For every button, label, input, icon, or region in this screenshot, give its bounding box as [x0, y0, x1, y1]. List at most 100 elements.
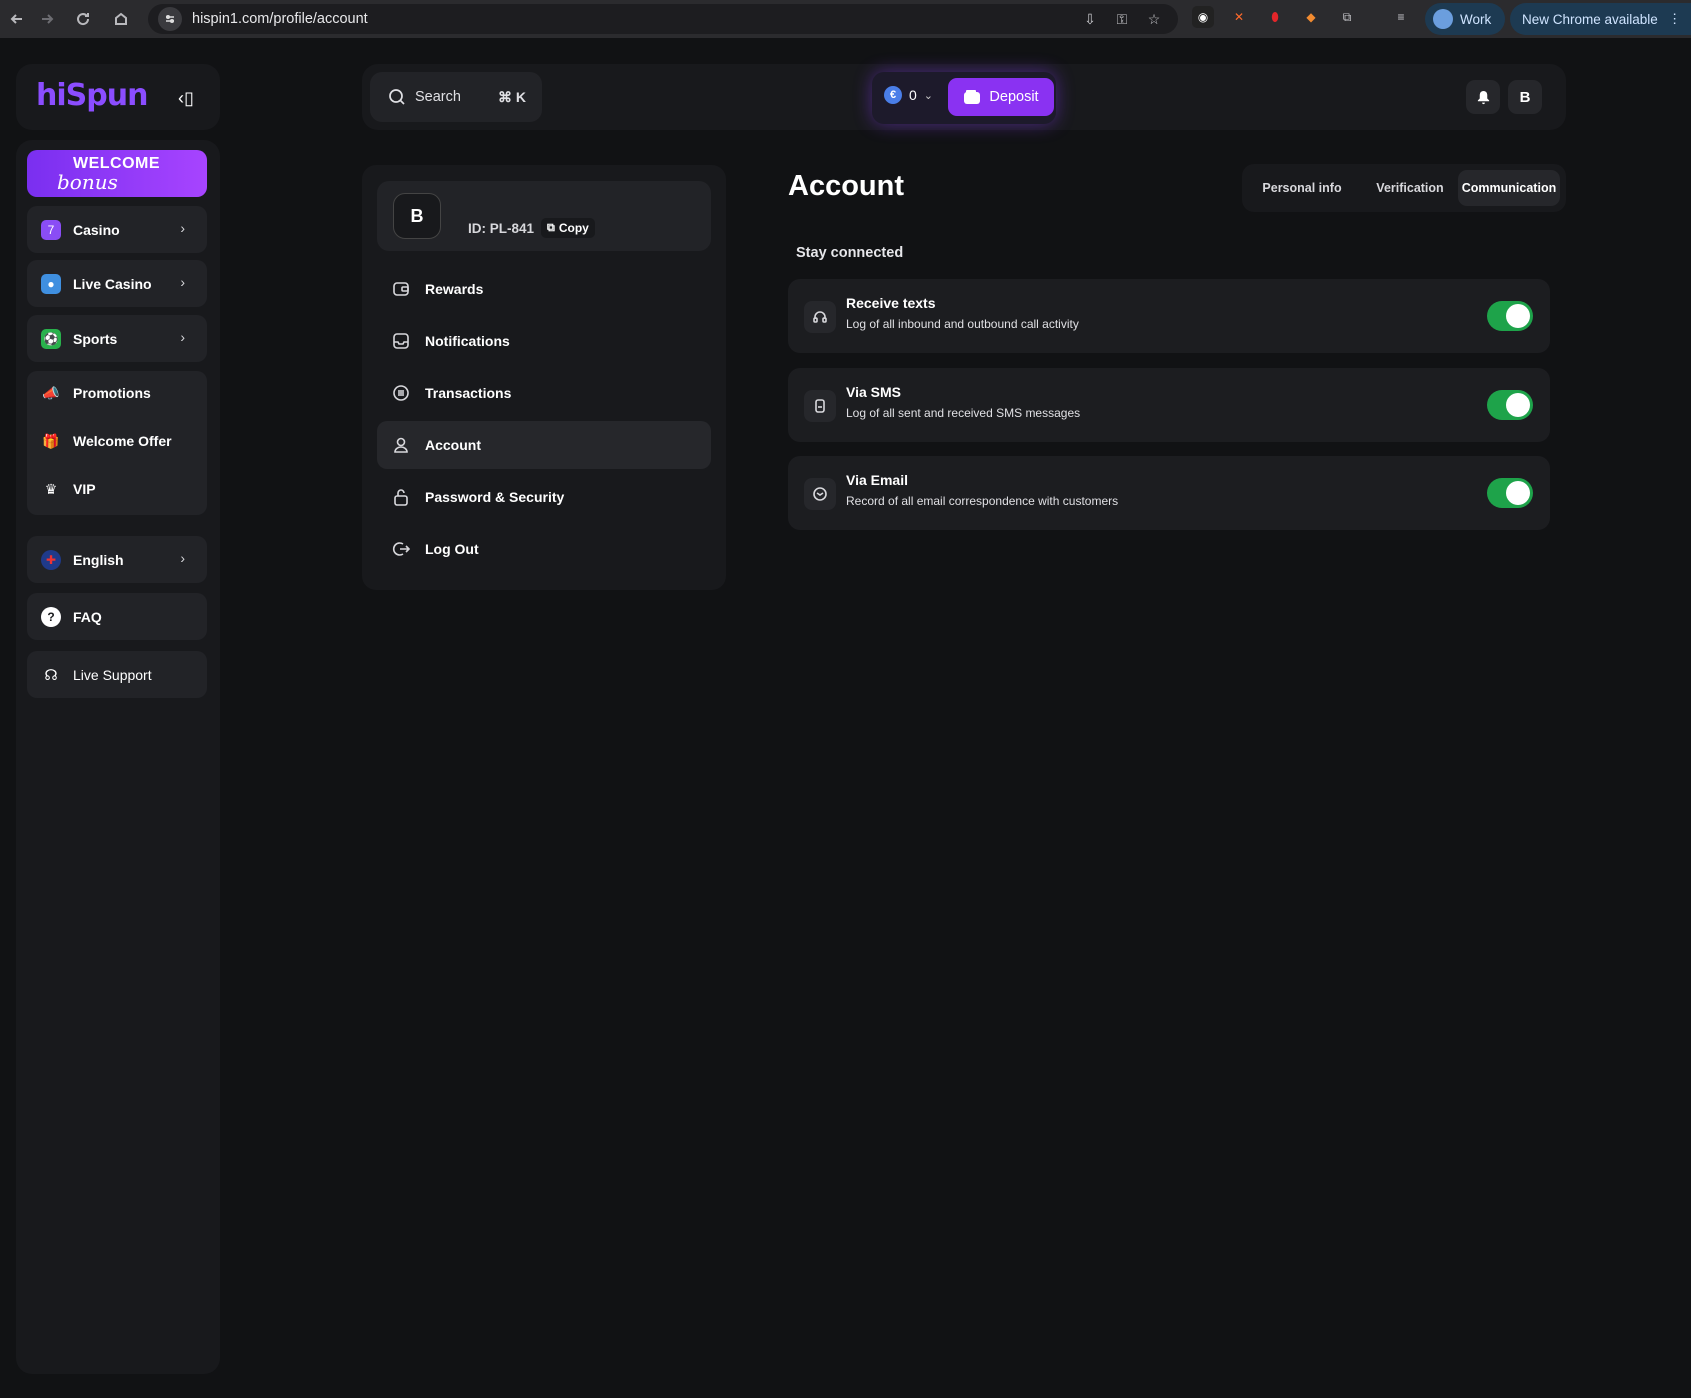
- avatar: B: [393, 193, 441, 239]
- sidebar-item-label: English: [73, 551, 124, 568]
- logo[interactable]: hiSpun: [36, 78, 148, 113]
- banner-line2: bonus: [57, 170, 118, 194]
- list-icon: [391, 383, 411, 403]
- logo-bar: hiSpun ‹▯: [16, 64, 220, 130]
- section-label: Stay connected: [796, 245, 904, 261]
- copy-icon: ⧉: [547, 221, 555, 234]
- collapse-sidebar-icon[interactable]: ‹▯: [172, 84, 200, 112]
- search-label: Search: [415, 89, 461, 105]
- tab-communication[interactable]: Communication: [1458, 170, 1560, 206]
- mail-icon: [804, 478, 836, 510]
- account-tabs: Personal info Verification Communication: [1242, 164, 1566, 212]
- menu-item-transactions[interactable]: Transactions: [377, 369, 711, 417]
- menu-item-label: Notifications: [425, 333, 510, 349]
- search-input[interactable]: Search ⌘ K: [370, 72, 542, 122]
- pref-title: Via SMS: [846, 384, 901, 400]
- update-chrome-button[interactable]: New Chrome available ⋮: [1510, 3, 1691, 35]
- sidebar-item-welcome-offer[interactable]: 🎁 Welcome Offer: [27, 419, 207, 463]
- casino-icon: 7: [41, 219, 61, 240]
- sidebar-item-promotions[interactable]: 📣 Promotions: [27, 371, 207, 415]
- logout-icon: [391, 539, 411, 559]
- sidebar-item-label: Live Casino: [73, 275, 152, 292]
- media-icon[interactable]: ≡: [1390, 6, 1412, 28]
- sidebar-item-label: Promotions: [73, 385, 151, 401]
- profile-label: Work: [1460, 11, 1492, 27]
- back-icon[interactable]: [0, 2, 34, 36]
- extension-icon[interactable]: ✕: [1228, 6, 1250, 28]
- reload-icon[interactable]: [66, 2, 100, 36]
- site-settings-icon[interactable]: [158, 7, 182, 31]
- puzzle-icon[interactable]: ⧉: [1336, 6, 1358, 28]
- live-casino-icon: ●: [41, 273, 61, 294]
- headset-icon: ☊: [44, 666, 58, 684]
- forward-icon[interactable]: [30, 2, 64, 36]
- menu-item-password-security[interactable]: Password & Security: [377, 473, 711, 521]
- sidebar-item-live-casino[interactable]: ● Live Casino ›: [27, 260, 207, 307]
- copy-label: Copy: [558, 221, 589, 235]
- deposit-button[interactable]: Deposit: [948, 78, 1054, 116]
- inbox-icon: [391, 331, 411, 351]
- balance-dropdown[interactable]: € 0 ⌄: [884, 86, 933, 104]
- wallet-icon: [391, 279, 411, 299]
- sidebar-item-casino[interactable]: 7 Casino ›: [27, 206, 207, 253]
- menu-item-label: Account: [425, 437, 481, 453]
- bookmark-star-icon[interactable]: ☆: [1144, 9, 1164, 29]
- sidebar-panel: WELCOME bonus 7 Casino › ● Live Casino ›…: [16, 140, 220, 1374]
- extension-icon[interactable]: ◉: [1192, 6, 1214, 28]
- pref-card-via-email: Via Email Record of all email correspond…: [788, 456, 1550, 530]
- sidebar-item-label: VIP: [73, 481, 96, 497]
- pref-description: Log of all sent and received SMS message…: [846, 406, 1081, 420]
- uk-flag-icon: ✚: [41, 549, 61, 570]
- home-icon[interactable]: [104, 2, 138, 36]
- chevron-right-icon: ›: [180, 220, 185, 236]
- chevron-right-icon: ›: [180, 329, 185, 345]
- wallet-icon: [964, 90, 981, 104]
- menu-item-rewards[interactable]: Rewards: [377, 265, 711, 313]
- kebab-menu-icon[interactable]: ⋮: [1668, 11, 1682, 27]
- megaphone-icon: 📣: [42, 384, 60, 401]
- password-key-icon[interactable]: ⚿: [1112, 9, 1132, 29]
- sidebar-item-sports[interactable]: ⚽ Sports ›: [27, 315, 207, 362]
- user-icon: [391, 435, 411, 455]
- crown-icon: ♛: [44, 480, 58, 497]
- chevron-down-icon: ⌄: [923, 89, 934, 102]
- chevron-right-icon: ›: [180, 274, 185, 290]
- user-id: ID: PL-841: [468, 221, 535, 236]
- extension-icon[interactable]: ⬮: [1264, 6, 1286, 28]
- tab-verification[interactable]: Verification: [1362, 170, 1458, 206]
- notifications-bell-button[interactable]: [1466, 80, 1500, 114]
- search-shortcut: ⌘ K: [498, 88, 526, 105]
- menu-item-log-out[interactable]: Log Out: [377, 525, 711, 573]
- sidebar-item-faq[interactable]: ? FAQ: [27, 593, 207, 640]
- avatar-button[interactable]: B: [1508, 80, 1542, 114]
- pref-description: Record of all email correspondence with …: [846, 494, 1119, 508]
- via-sms-toggle[interactable]: [1487, 390, 1533, 420]
- browser-toolbar: hispin1.com/profile/account ⇩ ⚿ ☆ ◉ ✕ ⬮ …: [0, 0, 1691, 38]
- profile-chip[interactable]: Work: [1425, 3, 1505, 35]
- menu-item-label: Rewards: [425, 281, 484, 297]
- receive-texts-toggle[interactable]: [1487, 301, 1533, 331]
- copy-id-button[interactable]: ⧉ Copy: [541, 218, 595, 238]
- sidebar-item-label: Casino: [73, 221, 120, 238]
- search-icon: [389, 89, 405, 105]
- page-title: Account: [788, 170, 904, 202]
- sidebar-item-language[interactable]: ✚ English ›: [27, 536, 207, 583]
- via-email-toggle[interactable]: [1487, 478, 1533, 508]
- extension-icon[interactable]: ◆: [1300, 6, 1322, 28]
- sidebar-item-label: Live Support: [73, 666, 152, 683]
- lock-icon: [391, 487, 411, 507]
- install-icon[interactable]: ⇩: [1080, 9, 1100, 29]
- tab-personal-info[interactable]: Personal info: [1250, 170, 1354, 206]
- deposit-label: Deposit: [989, 89, 1039, 105]
- welcome-bonus-banner[interactable]: WELCOME bonus: [27, 150, 207, 197]
- sidebar-item-live-support[interactable]: ☊ Live Support: [27, 651, 207, 698]
- wallet: € 0 ⌄ Deposit: [872, 72, 1056, 124]
- sidebar-item-label: Welcome Offer: [73, 433, 172, 449]
- sidebar-item-vip[interactable]: ♛ VIP: [27, 467, 207, 511]
- balance-value: 0: [909, 87, 917, 103]
- menu-item-account[interactable]: Account: [377, 421, 711, 469]
- menu-item-notifications[interactable]: Notifications: [377, 317, 711, 365]
- pref-title: Via Email: [846, 472, 909, 488]
- bell-icon: [1477, 90, 1489, 104]
- address-bar[interactable]: hispin1.com/profile/account ⇩ ⚿ ☆: [148, 4, 1178, 34]
